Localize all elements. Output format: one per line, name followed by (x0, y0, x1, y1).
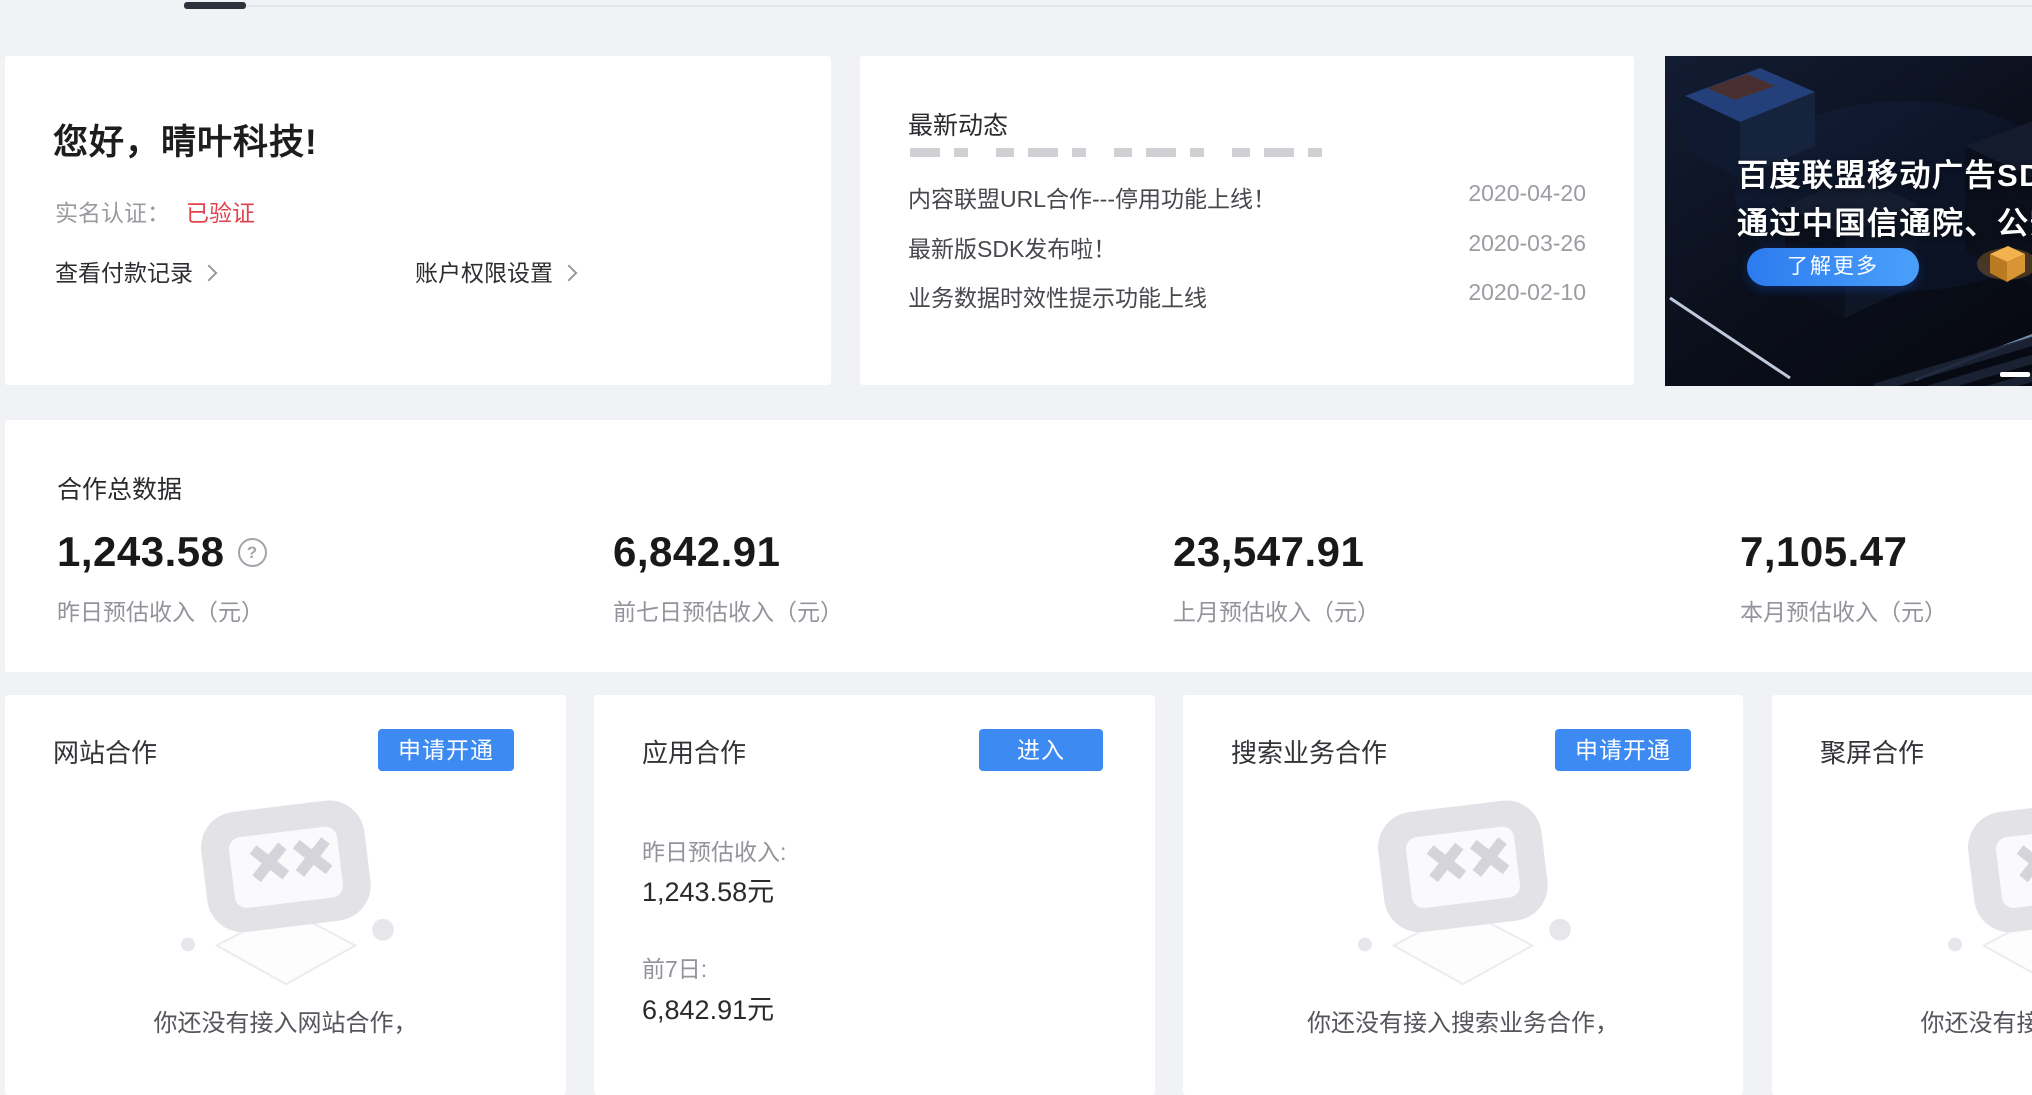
news-item-date: 2020-03-26 (1468, 230, 1586, 257)
apply-open-button[interactable]: 申请开通 (378, 729, 514, 771)
payment-records-label: 查看付款记录 (55, 260, 193, 286)
empty-state-text: 你还没有接入网站合作， (5, 1003, 566, 1038)
empty-state-illustration (171, 798, 401, 996)
news-item[interactable]: 最新版SDK发布啦！ 2020-03-26 (908, 230, 1586, 260)
verify-label: 实名认证： (55, 200, 170, 226)
news-item[interactable]: 业务数据时效性提示功能上线 2020-02-10 (908, 279, 1586, 309)
chevron-right-icon (201, 265, 218, 282)
metric-value: 1,243.58元 (642, 870, 774, 909)
stat-last-month: 23,547.91 上月预估收入（元） (1173, 528, 1380, 627)
metric-value: 6,842.91元 (642, 988, 774, 1027)
help-icon[interactable]: ? (238, 538, 267, 567)
stat-last7days: 6,842.91 前七日预估收入（元） (613, 528, 843, 627)
news-marquee-clipped-item (910, 148, 1348, 157)
stat-value: 23,547.91 (1173, 528, 1364, 576)
empty-state-illustration (1348, 798, 1578, 996)
website-coop-card: 网站合作 申请开通 你还没有接入网站合作， (5, 695, 566, 1095)
apply-open-button[interactable]: 申请开通 (1555, 729, 1691, 771)
greeting-card: 您好，晴叶科技! 实名认证： 已验证 查看付款记录 账户权限设置 (5, 56, 831, 385)
empty-state-text: 你还没有接入聚屏合作， (1772, 1003, 2032, 1038)
news-item-text: 最新版SDK发布啦！ (908, 236, 1116, 262)
banner-headline-line1: 百度联盟移动广告SDK (1737, 150, 2032, 195)
stat-label: 上月预估收入（元） (1173, 593, 1380, 627)
empty-state-illustration (1938, 798, 2032, 996)
chevron-right-icon (561, 265, 578, 282)
news-title: 最新动态 (908, 106, 1008, 142)
account-permission-link[interactable]: 账户权限设置 (415, 254, 575, 288)
news-item-date: 2020-02-10 (1468, 279, 1586, 306)
account-permission-label: 账户权限设置 (415, 260, 553, 286)
empty-state-text: 你还没有接入搜索业务合作， (1183, 1003, 1743, 1038)
greeting-title: 您好，晴叶科技! (53, 114, 318, 165)
verify-row: 实名认证： 已验证 (55, 194, 255, 228)
app-coop-card: 应用合作 进入 昨日预估收入: 1,243.58元 前7日: 6,842.91元 (594, 695, 1155, 1095)
coop-card-title: 应用合作 (642, 733, 746, 770)
news-item-date: 2020-04-20 (1468, 180, 1586, 207)
coop-card-title: 聚屏合作 (1820, 733, 1924, 770)
news-item-text: 业务数据时效性提示功能上线 (908, 285, 1207, 311)
promo-banner-inner: 百度联盟移动广告SDK 通过中国信通院、公安 了解更多 (1665, 56, 2032, 386)
summary-title: 合作总数据 (57, 470, 182, 506)
banner-learn-more-button[interactable]: 了解更多 (1747, 248, 1919, 286)
carousel-indicator[interactable] (2000, 372, 2030, 377)
stat-this-month: 7,105.47 本月预估收入（元） (1740, 528, 1947, 627)
news-item[interactable]: 内容联盟URL合作---停用功能上线！ 2020-04-20 (908, 180, 1586, 210)
stat-value: 1,243.58 (57, 528, 225, 576)
stat-value: 7,105.47 (1740, 528, 1908, 576)
search-coop-card: 搜索业务合作 申请开通 你还没有接入搜索业务合作， (1183, 695, 1743, 1095)
coop-card-title: 搜索业务合作 (1231, 733, 1387, 770)
enter-button[interactable]: 进入 (979, 729, 1103, 771)
stat-label: 前七日预估收入（元） (613, 593, 843, 627)
promo-banner[interactable]: 百度联盟移动广告SDK 通过中国信通院、公安 了解更多 (1665, 56, 2032, 386)
latest-news-card: 最新动态 内容联盟URL合作---停用功能上线！ 2020-04-20 最新版S… (860, 56, 1634, 385)
active-tab-indicator[interactable] (184, 2, 246, 9)
baidu-union-dashboard: { "colors": { "page_bg": "#f0f2f6", "car… (0, 0, 2032, 1030)
news-item-text: 内容联盟URL合作---停用功能上线！ (908, 186, 1276, 212)
tab-strip-divider (184, 5, 2032, 7)
juping-coop-card: 聚屏合作 你还没有接入聚屏合作， (1772, 695, 2032, 1095)
metric-label: 前7日: (642, 950, 707, 984)
metric-label: 昨日预估收入: (642, 833, 786, 867)
coop-card-title: 网站合作 (53, 733, 157, 770)
stat-label: 本月预估收入（元） (1740, 593, 1947, 627)
banner-headline-line2: 通过中国信通院、公安 (1737, 198, 2032, 243)
payment-records-link[interactable]: 查看付款记录 (55, 254, 215, 288)
stat-yesterday: 1,243.58 ? 昨日预估收入（元） (57, 528, 267, 627)
summary-stats-card: 合作总数据 1,243.58 ? 昨日预估收入（元） 6,842.91 前七日预… (5, 420, 2032, 672)
verify-status-badge: 已验证 (186, 200, 255, 226)
stat-value: 6,842.91 (613, 528, 781, 576)
stat-label: 昨日预估收入（元） (57, 593, 267, 627)
